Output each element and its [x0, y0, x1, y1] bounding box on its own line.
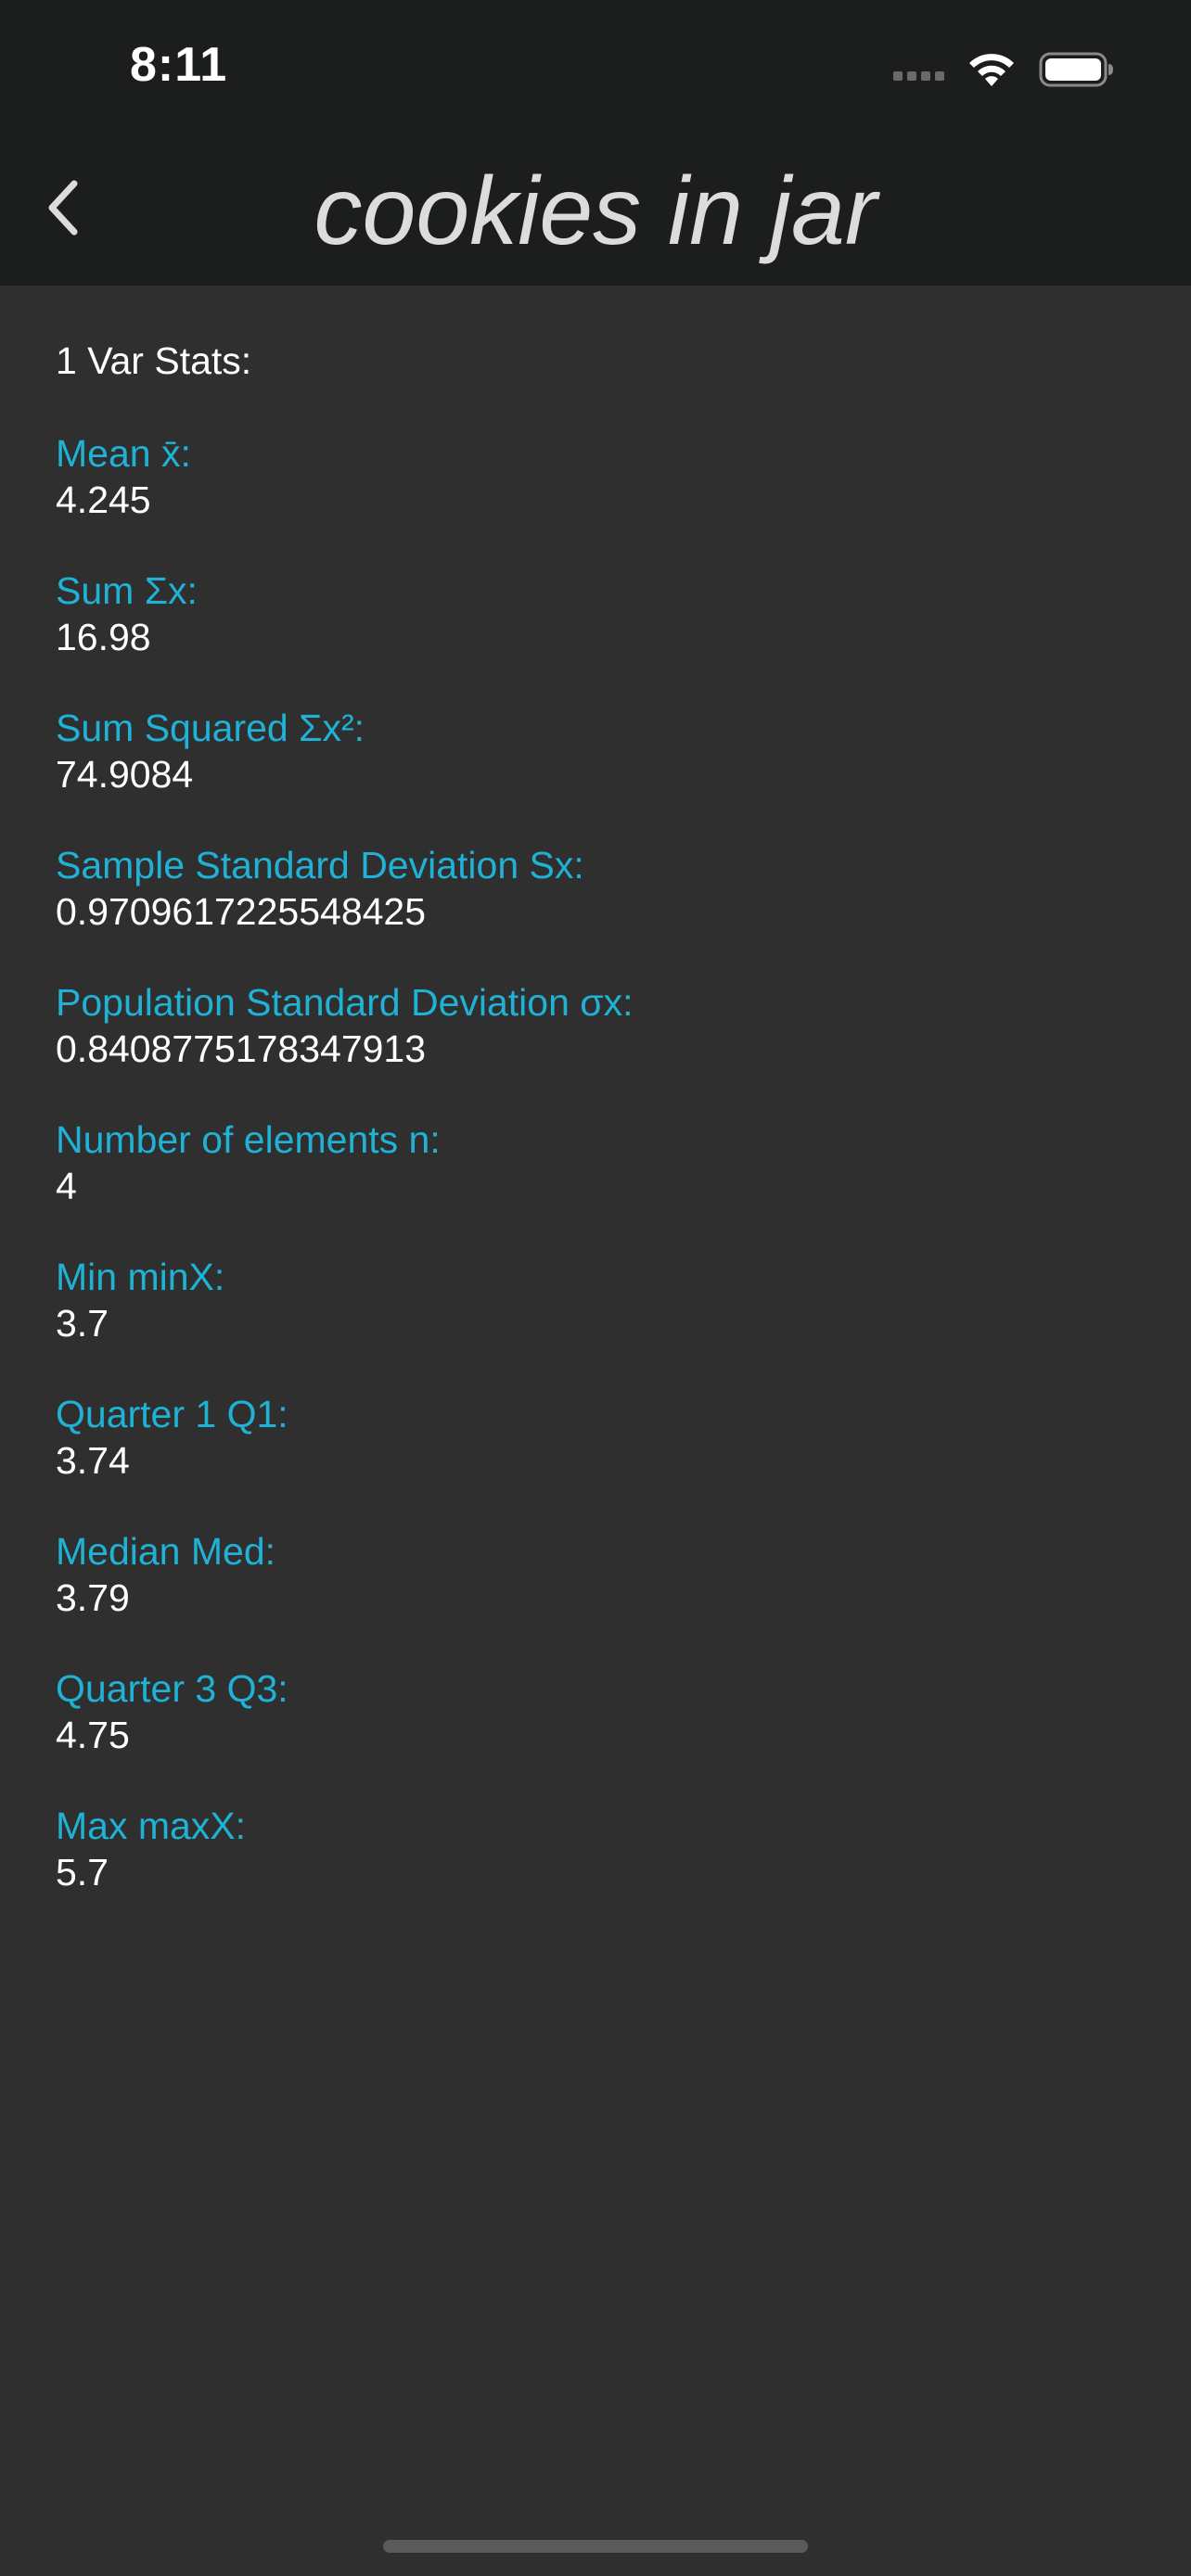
stat-label: Quarter 1 Q1:: [56, 1393, 288, 1435]
status-icons: [893, 48, 1115, 91]
stat-label: Min minX:: [56, 1256, 225, 1298]
stat-label: Max maxX:: [56, 1804, 247, 1847]
stat-label: Sample Standard Deviation Sx:: [56, 844, 584, 886]
page-title: cookies in jar: [314, 158, 877, 265]
stat-label: Mean x̄:: [56, 432, 191, 475]
app-screen: 8:11 cookies in jar 1 Var Stats: Mean x̄…: [0, 0, 1191, 2576]
stat-label: Number of elements n:: [56, 1118, 441, 1161]
stat-value: 3.7: [56, 1302, 109, 1345]
stat-value: 74.9084: [56, 753, 194, 796]
stat-item: Quarter 3 Q3: 4.75: [56, 1665, 1135, 1758]
stat-label: Sum Squared Σx²:: [56, 707, 365, 749]
stat-value: 4.245: [56, 478, 151, 521]
stat-value: 4: [56, 1165, 77, 1207]
battery-icon: [1039, 52, 1113, 87]
home-indicator[interactable]: [383, 2540, 808, 2553]
stat-value: 16.98: [56, 616, 151, 658]
cellular-signal-icon: [893, 71, 944, 81]
status-time: 8:11: [130, 38, 228, 92]
stat-item: Quarter 1 Q1: 3.74: [56, 1391, 1135, 1484]
stat-value: 5.7: [56, 1851, 109, 1894]
stat-value: 4.75: [56, 1714, 130, 1756]
stat-item: Median Med: 3.79: [56, 1528, 1135, 1621]
stat-label: Median Med:: [56, 1530, 276, 1573]
stat-value: 0.9709617225548425: [56, 890, 427, 933]
stat-item: Number of elements n: 4: [56, 1116, 1135, 1209]
stat-label: Sum Σx:: [56, 569, 198, 612]
stat-item: Min minX: 3.7: [56, 1254, 1135, 1346]
stats-heading: 1 Var Stats:: [56, 339, 252, 382]
stat-value: 0.8408775178347913: [56, 1027, 427, 1070]
stat-label: Quarter 3 Q3:: [56, 1667, 288, 1710]
stat-item: Population Standard Deviation σx: 0.84087…: [56, 979, 1135, 1072]
stat-item: Sum Σx: 16.98: [56, 567, 1135, 660]
stat-label: Population Standard Deviation σx:: [56, 981, 634, 1024]
top-bar: 8:11 cookies in jar: [0, 0, 1191, 286]
stat-item: Sample Standard Deviation Sx: 0.970961722…: [56, 842, 1135, 935]
wifi-icon: [969, 54, 1014, 86]
stat-item: Mean x̄: 4.245: [56, 430, 1135, 523]
stat-value: 3.79: [56, 1576, 130, 1619]
stat-item: Sum Squared Σx²: 74.9084: [56, 705, 1135, 797]
stat-item: Max maxX: 5.7: [56, 1803, 1135, 1895]
stats-list: Mean x̄: 4.245 Sum Σx: 16.98 Sum Squared Σx²…: [56, 430, 1135, 1895]
stats-panel: 1 Var Stats: Mean x̄: 4.245 Sum Σx: 16.98 Su…: [56, 336, 1135, 1940]
stat-value: 3.74: [56, 1439, 130, 1482]
